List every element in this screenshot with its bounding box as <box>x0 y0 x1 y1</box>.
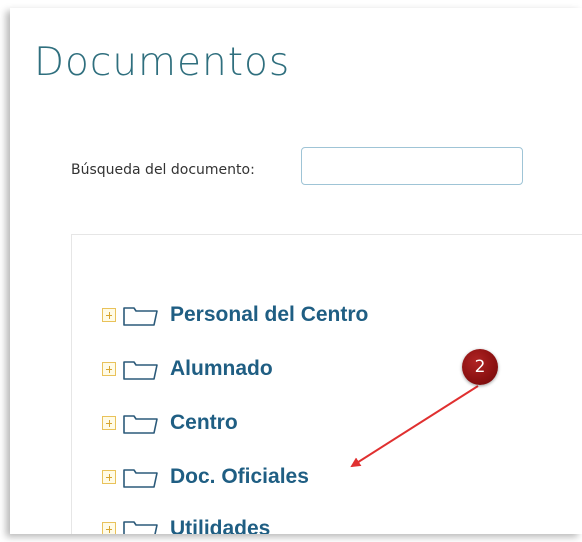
tree-item-alumnado[interactable]: Alumnado <box>102 353 273 385</box>
folder-icon <box>123 307 158 326</box>
tree-item-label: Doc. Oficiales <box>170 465 309 488</box>
expand-icon[interactable] <box>102 362 116 376</box>
expand-icon[interactable] <box>102 522 116 534</box>
folder-icon <box>123 521 158 534</box>
tree-item-label: Personal del Centro <box>170 303 369 326</box>
tree-item-centro[interactable]: Centro <box>102 407 238 439</box>
tree-item-doc-oficiales[interactable]: Doc. Oficiales <box>102 461 309 493</box>
page-title: Documentos <box>34 40 291 85</box>
tree-item-label: Alumnado <box>170 357 273 380</box>
folder-icon <box>123 415 158 434</box>
tree-item-label: Utilidades <box>170 517 271 534</box>
tree-item-personal-del-centro[interactable]: Personal del Centro <box>102 299 368 331</box>
search-input[interactable] <box>301 147 523 185</box>
expand-icon[interactable] <box>102 470 116 484</box>
document-tree: Personal del Centro Alumnado Centro Doc.… <box>72 235 582 534</box>
folder-icon <box>123 361 158 380</box>
folder-icon <box>123 469 158 488</box>
tree-item-label: Centro <box>170 411 238 434</box>
expand-icon[interactable] <box>102 416 116 430</box>
annotation-step-badge: 2 <box>462 349 498 385</box>
tree-item-utilidades[interactable]: Utilidades <box>102 513 270 534</box>
document-tree-container: Personal del Centro Alumnado Centro Doc.… <box>71 234 582 534</box>
search-label: Búsqueda del documento: <box>71 162 255 178</box>
expand-icon[interactable] <box>102 308 116 322</box>
documents-panel: Documentos Búsqueda del documento: Perso… <box>10 8 582 534</box>
